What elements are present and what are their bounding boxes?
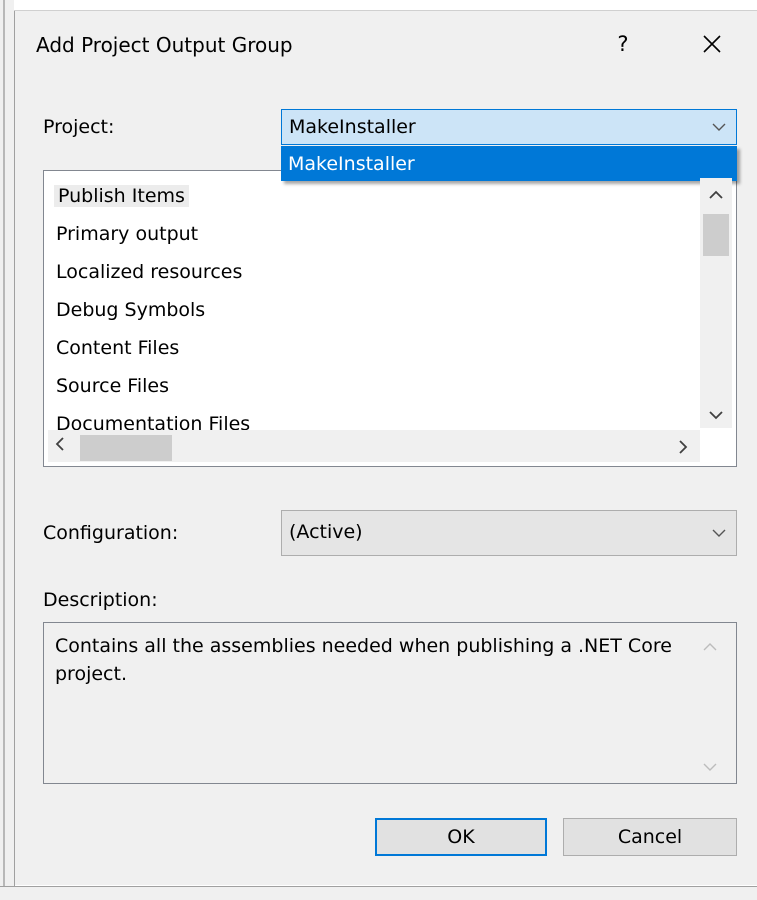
window-frame-bottom (0, 886, 757, 900)
scroll-left-icon[interactable] (50, 437, 70, 455)
list-item-debug-symbols[interactable]: Debug Symbols (56, 299, 205, 321)
scroll-down-icon (703, 760, 717, 776)
window-frame-edge (3, 0, 5, 899)
close-icon (703, 35, 721, 53)
help-button[interactable]: ? (605, 24, 641, 64)
chevron-down-icon[interactable] (712, 110, 726, 144)
window-frame-top (14, 0, 757, 11)
output-group-list[interactable]: Publish Items Primary output Localized r… (43, 170, 737, 467)
project-label: Project: (43, 116, 115, 138)
scroll-right-icon[interactable] (673, 440, 693, 458)
list-item-publish-items[interactable]: Publish Items (54, 185, 189, 207)
ok-button[interactable]: OK (375, 818, 547, 856)
configuration-combobox[interactable]: (Active) (281, 510, 737, 556)
description-label: Description: (43, 589, 158, 611)
list-item-localized-resources[interactable]: Localized resources (56, 261, 242, 283)
close-button[interactable] (690, 24, 734, 64)
dropdown-option-makeinstaller[interactable]: MakeInstaller (288, 146, 415, 182)
project-dropdown-list[interactable]: MakeInstaller (281, 146, 737, 181)
dialog-title: Add Project Output Group (36, 33, 293, 57)
project-combobox[interactable]: MakeInstaller (281, 109, 737, 145)
cancel-button[interactable]: Cancel (563, 818, 737, 856)
scroll-down-icon[interactable] (701, 406, 731, 424)
list-item-source-files[interactable]: Source Files (56, 375, 169, 397)
description-text: Contains all the assemblies needed when … (55, 635, 672, 685)
vertical-scroll-thumb[interactable] (703, 214, 729, 256)
horizontal-scroll-thumb[interactable] (80, 435, 172, 461)
configuration-label: Configuration: (43, 522, 179, 544)
scroll-up-icon[interactable] (701, 186, 731, 204)
scroll-up-icon (703, 640, 717, 656)
list-item-primary-output[interactable]: Primary output (56, 223, 198, 245)
configuration-selected-value: (Active) (289, 521, 363, 543)
project-selected-value: MakeInstaller (289, 116, 416, 138)
list-item-content-files[interactable]: Content Files (56, 337, 179, 359)
chevron-down-icon[interactable] (712, 511, 726, 555)
